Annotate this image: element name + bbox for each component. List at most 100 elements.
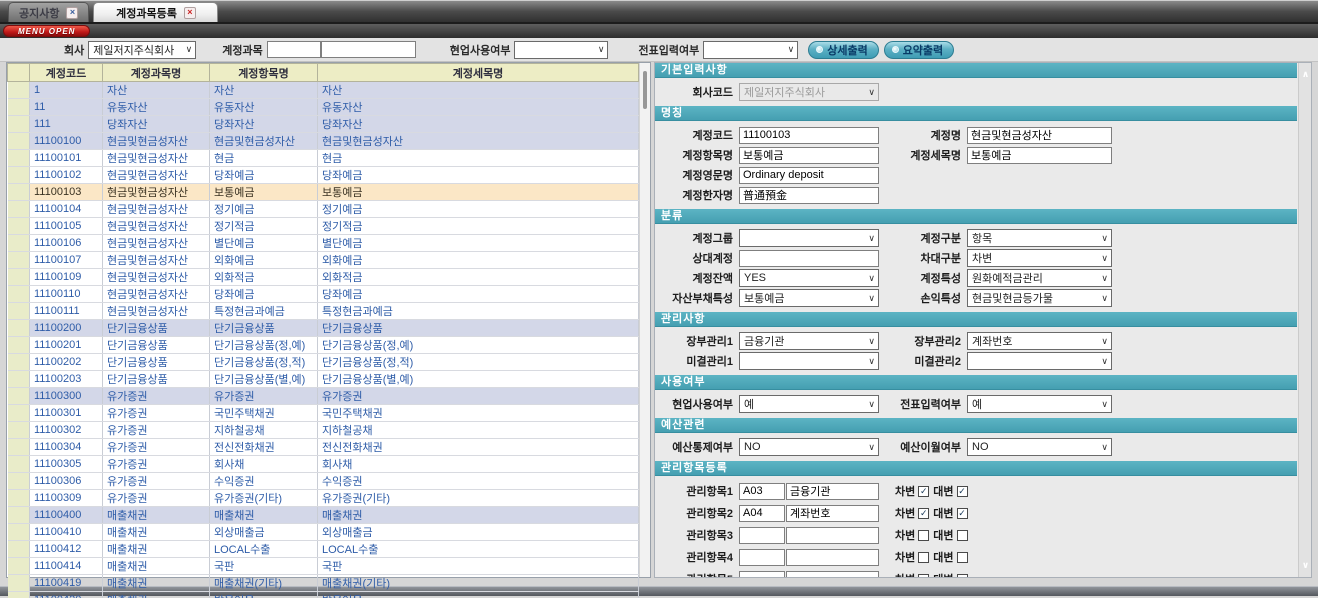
table-row[interactable]: 11100107현금및현금성자산외화예금외화예금 <box>8 252 639 269</box>
mgmt-item-name-input[interactable] <box>786 483 879 500</box>
account-item-field[interactable] <box>739 147 879 164</box>
chevron-up-icon[interactable]: ∧ <box>1299 69 1312 80</box>
row-selector[interactable] <box>8 150 30 167</box>
row-selector[interactable] <box>8 184 30 201</box>
table-row[interactable]: 11100300유가증권유가증권유가증권 <box>8 388 639 405</box>
open-mgmt2-select[interactable]: ∨ <box>967 352 1112 370</box>
row-selector[interactable] <box>8 354 30 371</box>
row-selector[interactable] <box>8 490 30 507</box>
row-selector[interactable] <box>8 133 30 150</box>
budget-carryover-select[interactable]: NO∨ <box>967 438 1112 456</box>
table-row[interactable]: 11100110현금및현금성자산당좌예금당좌예금 <box>8 286 639 303</box>
table-row[interactable]: 11100105현금및현금성자산정기적금정기적금 <box>8 218 639 235</box>
row-selector[interactable] <box>8 405 30 422</box>
credit-checkbox[interactable] <box>957 552 968 563</box>
row-selector[interactable] <box>8 388 30 405</box>
row-selector[interactable] <box>8 235 30 252</box>
debit-checkbox[interactable] <box>918 574 929 579</box>
asset-trait-select[interactable]: 보통예금∨ <box>739 289 879 307</box>
account-name-input[interactable] <box>321 41 416 58</box>
chevron-down-icon[interactable]: ∨ <box>1299 560 1312 571</box>
account-balance-select[interactable]: YES∨ <box>739 269 879 287</box>
account-group-select[interactable]: ∨ <box>739 229 879 247</box>
pl-trait-select[interactable]: 현금및현금등가물∨ <box>967 289 1112 307</box>
row-selector[interactable] <box>8 371 30 388</box>
mgmt-item-code-input[interactable] <box>739 549 785 566</box>
mgmt-item-name-input[interactable] <box>786 549 879 566</box>
row-selector[interactable] <box>8 541 30 558</box>
credit-checkbox[interactable]: ✓ <box>957 486 968 497</box>
tab-account-registration[interactable]: 계정과목등록 × <box>93 2 218 22</box>
account-sub-field[interactable] <box>967 147 1112 164</box>
table-row[interactable]: 11100301유가증권국민주택채권국민주택채권 <box>8 405 639 422</box>
row-selector[interactable] <box>8 82 30 99</box>
company-select[interactable]: 제일저지주식회사 ∨ <box>88 41 196 59</box>
debit-checkbox[interactable]: ✓ <box>918 508 929 519</box>
table-row[interactable]: 11100109현금및현금성자산외화적금외화적금 <box>8 269 639 286</box>
account-division-select[interactable]: 항목∨ <box>967 229 1112 247</box>
table-row[interactable]: 11100414매출채권국판국판 <box>8 558 639 575</box>
detail-print-button[interactable]: 상세출력 <box>808 41 878 59</box>
row-selector[interactable] <box>8 116 30 133</box>
table-row[interactable]: 11100200단기금융상품단기금융상품단기금융상품 <box>8 320 639 337</box>
close-icon[interactable]: × <box>184 7 196 19</box>
account-hanja-field[interactable] <box>739 187 879 204</box>
counter-account-field[interactable] <box>739 250 879 267</box>
table-row[interactable]: 11100305유가증권회사채회사채 <box>8 456 639 473</box>
table-row[interactable]: 11100306유가증권수익증권수익증권 <box>8 473 639 490</box>
row-selector[interactable] <box>8 456 30 473</box>
panel-scrollbar[interactable]: ∧ ∨ <box>1298 63 1311 577</box>
table-row[interactable]: 11100410매출채권외상매출금외상매출금 <box>8 524 639 541</box>
table-row[interactable]: 11100412매출채권LOCAL수출LOCAL수출 <box>8 541 639 558</box>
budget-control-select[interactable]: NO∨ <box>739 438 879 456</box>
slip-entry-select[interactable]: ∨ <box>703 41 798 59</box>
row-selector[interactable] <box>8 167 30 184</box>
account-name-field[interactable] <box>967 127 1112 144</box>
row-selector[interactable] <box>8 252 30 269</box>
table-row[interactable]: 11100304유가증권전신전화채권전신전화채권 <box>8 439 639 456</box>
account-trait-select[interactable]: 원화예적금관리∨ <box>967 269 1112 287</box>
table-row[interactable]: 11유동자산유동자산유동자산 <box>8 99 639 116</box>
table-row[interactable]: 11100102현금및현금성자산당좌예금당좌예금 <box>8 167 639 184</box>
open-mgmt1-select[interactable]: ∨ <box>739 352 879 370</box>
mgmt-item-name-input[interactable] <box>786 527 879 544</box>
row-selector[interactable] <box>8 439 30 456</box>
row-selector[interactable] <box>8 575 30 592</box>
scrollbar-thumb[interactable] <box>643 71 647 109</box>
credit-checkbox[interactable]: ✓ <box>957 508 968 519</box>
row-selector[interactable] <box>8 201 30 218</box>
row-selector[interactable] <box>8 303 30 320</box>
table-row[interactable]: 11100420매출채권받을어음받을어음 <box>8 592 639 598</box>
mgmt-item-name-input[interactable] <box>786 571 879 579</box>
mgmt-item-code-input[interactable] <box>739 505 785 522</box>
row-selector[interactable] <box>8 269 30 286</box>
table-row[interactable]: 11100104현금및현금성자산정기예금정기예금 <box>8 201 639 218</box>
slip-entry-detail-select[interactable]: 예∨ <box>967 395 1112 413</box>
table-row[interactable]: 1자산자산자산 <box>8 82 639 99</box>
menu-open-button[interactable]: MENU OPEN <box>3 25 90 37</box>
row-selector[interactable] <box>8 218 30 235</box>
book-mgmt1-select[interactable]: 금융기관∨ <box>739 332 879 350</box>
tab-notice[interactable]: 공지사항 × <box>8 2 89 22</box>
debit-checkbox[interactable]: ✓ <box>918 486 929 497</box>
table-row[interactable]: 11100106현금및현금성자산별단예금별단예금 <box>8 235 639 252</box>
table-row[interactable]: 11100111현금및현금성자산특정현금과예금특정현금과예금 <box>8 303 639 320</box>
summary-print-button[interactable]: 요약출력 <box>884 41 954 59</box>
row-selector[interactable] <box>8 337 30 354</box>
mgmt-item-name-input[interactable] <box>786 505 879 522</box>
table-row[interactable]: 11100202단기금융상품단기금융상품(정,적)단기금융상품(정,적) <box>8 354 639 371</box>
debit-credit-select[interactable]: 차변∨ <box>967 249 1112 267</box>
debit-checkbox[interactable] <box>918 552 929 563</box>
mgmt-item-code-input[interactable] <box>739 571 785 579</box>
row-selector[interactable] <box>8 558 30 575</box>
table-row[interactable]: 11100400매출채권매출채권매출채권 <box>8 507 639 524</box>
credit-checkbox[interactable] <box>957 530 968 541</box>
row-selector[interactable] <box>8 422 30 439</box>
account-code-field[interactable] <box>739 127 879 144</box>
table-row[interactable]: 11100302유가증권지하철공채지하철공채 <box>8 422 639 439</box>
table-row[interactable]: 11100100현금및현금성자산현금및현금성자산현금및현금성자산 <box>8 133 639 150</box>
table-row[interactable]: 111당좌자산당좌자산당좌자산 <box>8 116 639 133</box>
close-icon[interactable]: × <box>66 7 78 19</box>
row-selector[interactable] <box>8 99 30 116</box>
row-selector[interactable] <box>8 320 30 337</box>
